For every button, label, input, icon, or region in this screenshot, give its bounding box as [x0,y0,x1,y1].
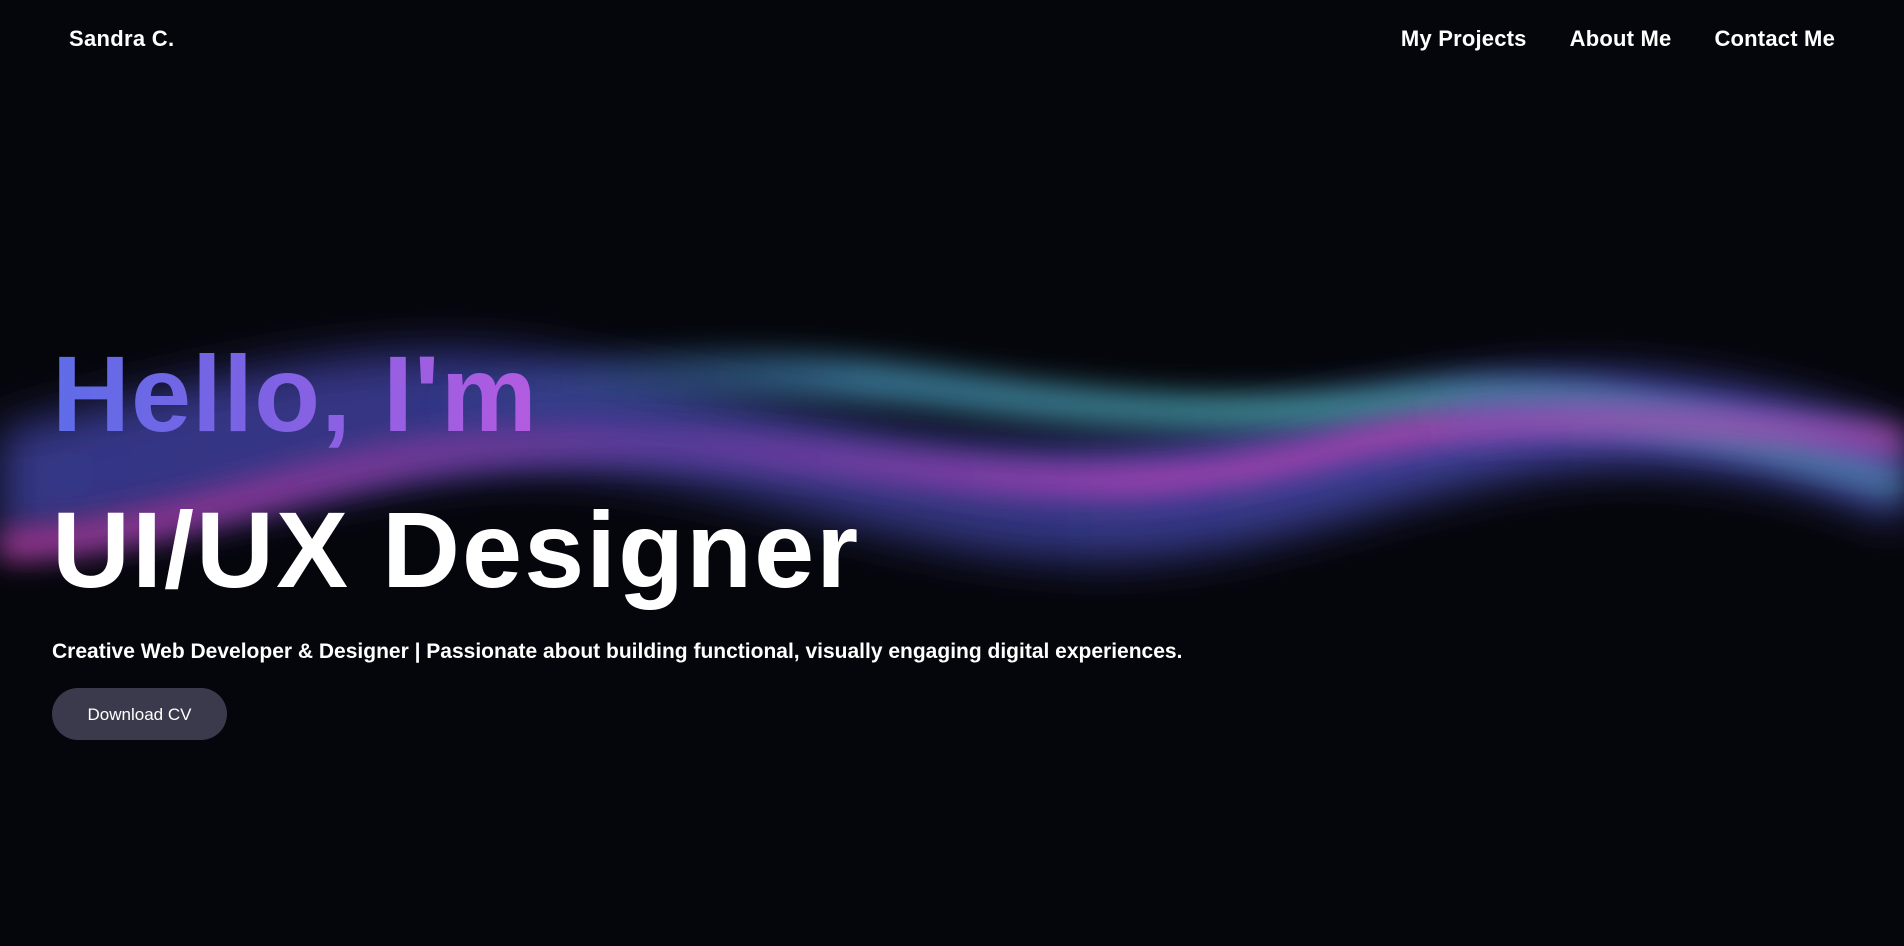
hero-tagline: Creative Web Developer & Designer | Pass… [52,640,1183,663]
hero-greeting: Hello, I'm [52,333,538,454]
nav-link-contact-me[interactable]: Contact Me [1714,26,1835,52]
download-cv-button[interactable]: Download CV [52,688,227,740]
nav-link-about-me[interactable]: About Me [1570,26,1672,52]
hero-section: Hello, I'm UI/UX Designer Creative Web D… [52,340,1182,740]
nav-links: My Projects About Me Contact Me [1401,26,1835,52]
hero-role-title: UI/UX Designer [52,489,861,610]
landing-page: Sandra C. My Projects About Me Contact M… [0,0,1904,946]
top-navbar: Sandra C. My Projects About Me Contact M… [0,0,1904,84]
brand-logo[interactable]: Sandra C. [69,26,174,52]
nav-link-my-projects[interactable]: My Projects [1401,26,1527,52]
